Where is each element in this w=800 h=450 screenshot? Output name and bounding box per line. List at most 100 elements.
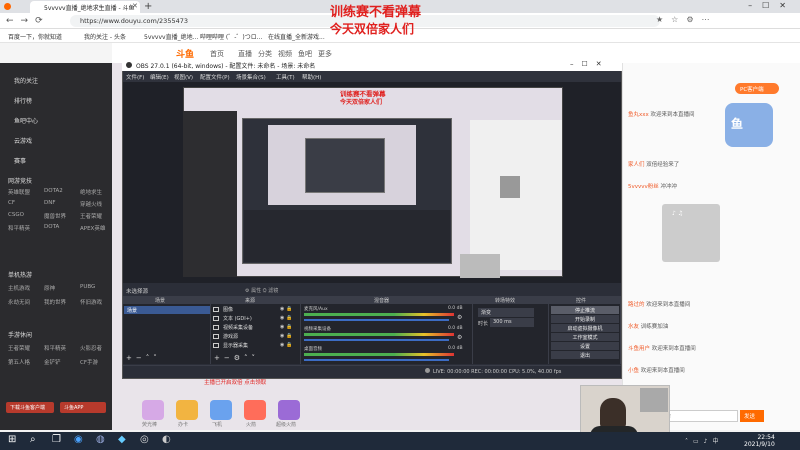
source-item[interactable]: 文本 (GDI+)	[223, 315, 252, 322]
sidebar-cat[interactable]: 第五人格	[8, 358, 30, 366]
bookmark-item[interactable]: 哔哩哔哩 (゜-゜)つロ...	[200, 32, 262, 41]
menu-edit[interactable]: 编辑(E)	[150, 73, 169, 81]
visibility-eye-icon[interactable]: ◉ 🔒	[280, 315, 292, 321]
exit-button[interactable]: 退出	[551, 351, 619, 359]
menu-file[interactable]: 文件(F)	[126, 73, 144, 81]
duration-input[interactable]: 300 ms	[490, 318, 534, 327]
scene-item[interactable]: 场景	[124, 306, 210, 314]
sidebar-cat[interactable]: CF手游	[80, 358, 98, 366]
sidebar-cat[interactable]: 和平精英	[44, 344, 66, 352]
steam-icon[interactable]: ◍	[96, 434, 105, 445]
edge-icon[interactable]: ◉	[74, 434, 83, 445]
toolbar-icons[interactable]: ★☆⚙⋯	[656, 15, 718, 24]
menu-help[interactable]: 帮助(H)	[302, 73, 321, 81]
obs-taskbar-icon[interactable]: ◐	[162, 434, 171, 445]
sidebar-cat[interactable]: 英雄联盟	[8, 188, 30, 196]
tab-douyu[interactable]: 5vvvvv直播_绝地求生直播 - 斗鱼	[30, 1, 140, 13]
download-client-button[interactable]: 下载斗鱼客户端	[6, 402, 54, 413]
virtual-camera-button[interactable]: 启动虚拟摄像机	[551, 324, 619, 332]
scene-toolbar[interactable]: +−˄˅	[126, 354, 161, 362]
sidebar-item-follow[interactable]: 我的关注	[14, 76, 38, 85]
mixer-gear-icon[interactable]: ⚙	[457, 334, 462, 341]
nav-home[interactable]: 首页	[210, 49, 224, 59]
bookmark-item[interactable]: 5vvvvv直播_绝地...	[144, 32, 198, 41]
sidebar-cat[interactable]: APEX英雄	[80, 224, 105, 232]
source-item[interactable]: 显示器采集	[223, 342, 248, 349]
sidebar-item-yuba[interactable]: 鱼吧中心	[14, 116, 38, 125]
close-tab-icon[interactable]: ✕	[132, 2, 138, 10]
download-app-button[interactable]: 斗鱼APP	[60, 402, 106, 413]
app-icon[interactable]: ◆	[118, 434, 126, 445]
sidebar-cat[interactable]: DOTA2	[44, 188, 63, 194]
sidebar-item-cloud[interactable]: 云游戏	[14, 136, 32, 145]
source-item[interactable]: 图像	[223, 306, 233, 313]
sidebar-cat[interactable]: 怀旧游戏	[80, 298, 102, 306]
gift-super-rocket-icon[interactable]	[278, 400, 300, 420]
search-icon[interactable]: ⌕	[30, 434, 36, 445]
visibility-eye-icon[interactable]: ◉ 🔒	[280, 342, 292, 348]
task-view-icon[interactable]: ❐	[52, 434, 61, 445]
sidebar-cat[interactable]: PUBG	[80, 284, 95, 290]
start-recording-button[interactable]: 开始录制	[551, 315, 619, 323]
gift-glowstick-icon[interactable]	[142, 400, 164, 420]
nav-more[interactable]: 更多	[318, 49, 332, 59]
stop-streaming-button[interactable]: 停止推流	[551, 306, 619, 314]
nav-icons[interactable]: ←→⟳	[6, 16, 50, 26]
sidebar-cat[interactable]: 和平精英	[8, 224, 30, 232]
nav-live[interactable]: 直播	[238, 49, 252, 59]
nav-video[interactable]: 视频	[278, 49, 292, 59]
sidebar-cat[interactable]: 王者荣耀	[8, 344, 30, 352]
gift-card-icon[interactable]	[176, 400, 198, 420]
nav-category[interactable]: 分类	[258, 49, 272, 59]
gift-rocket-icon[interactable]	[244, 400, 266, 420]
sidebar-cat[interactable]: 王者荣耀	[80, 212, 102, 220]
menu-view[interactable]: 视图(V)	[174, 73, 193, 81]
studio-mode-button[interactable]: 工作室模式	[551, 333, 619, 341]
mixer-volume-slider[interactable]	[304, 359, 449, 361]
promo-banner[interactable]: 主播已开启双倍 点击领取	[204, 378, 300, 394]
sidebar-cat[interactable]: 金铲铲	[44, 358, 61, 366]
bookmark-item[interactable]: 在线直播_全新游戏...	[268, 32, 325, 41]
bookmark-item[interactable]: 我的关注 - 头条	[84, 32, 126, 41]
visibility-eye-icon[interactable]: ◉ 🔒	[280, 324, 292, 330]
obs-title-bar[interactable]: OBS 27.0.1 (64-bit, windows) - 配置文件: 未命名…	[122, 59, 622, 71]
sidebar-item-rank[interactable]: 排行榜	[14, 96, 32, 105]
source-item[interactable]: 游戏源	[223, 333, 238, 340]
mixer-volume-slider[interactable]	[304, 339, 449, 341]
new-tab-icon[interactable]: +	[144, 1, 152, 12]
sidebar-cat[interactable]: 永劫无间	[8, 298, 30, 306]
taskbar-clock[interactable]: 22:54 2021/9/10	[744, 434, 775, 448]
sidebar-cat[interactable]: CSGO	[8, 212, 24, 218]
menu-tools[interactable]: 工具(T)	[276, 73, 295, 81]
sidebar-cat[interactable]: DNF	[44, 200, 56, 206]
source-list-toolbar[interactable]: +−⚙˄˅	[214, 354, 259, 362]
sidebar-cat[interactable]: 主机游戏	[8, 284, 30, 292]
rank-banner[interactable]: 鱼	[725, 103, 773, 147]
browser-icon[interactable]: ◎	[140, 434, 149, 445]
gift-plane-icon[interactable]	[210, 400, 232, 420]
visibility-eye-icon[interactable]: ◉ 🔒	[280, 333, 292, 339]
send-button[interactable]: 发送	[740, 410, 764, 422]
sidebar-cat[interactable]: DOTA	[44, 224, 59, 230]
filters-button[interactable]: 滤镜	[268, 288, 278, 294]
settings-button[interactable]: 设置	[551, 342, 619, 350]
visibility-eye-icon[interactable]: ◉ 🔒	[280, 306, 292, 312]
windows-start-icon[interactable]: ⊞	[8, 434, 16, 445]
nav-yuba[interactable]: 鱼吧	[298, 49, 312, 59]
sidebar-cat[interactable]: 原神	[44, 284, 55, 292]
mixer-gear-icon[interactable]: ⚙	[457, 314, 462, 321]
bookmark-item[interactable]: 百度一下，你就知道	[8, 32, 62, 41]
sidebar-cat[interactable]: 火影忍者	[80, 344, 102, 352]
pc-client-badge[interactable]: PC客户端	[735, 83, 779, 94]
source-item[interactable]: 视频采集设备	[223, 324, 253, 331]
system-tray[interactable]: ˄▭♪中	[685, 436, 724, 445]
menu-profile[interactable]: 配置文件(P)	[200, 73, 230, 81]
obs-window-controls[interactable]: –☐✕	[570, 60, 610, 68]
sidebar-cat[interactable]: 绝地求生	[80, 188, 102, 196]
transition-select[interactable]: 渐变	[478, 308, 534, 317]
properties-button[interactable]: 属性	[251, 288, 261, 294]
sidebar-cat[interactable]: 我的世界	[44, 298, 66, 306]
sidebar-cat[interactable]: 穿越火线	[80, 200, 102, 208]
menu-scene-collection[interactable]: 场景集合(S)	[236, 73, 266, 81]
window-controls[interactable]: –☐✕	[748, 1, 796, 10]
